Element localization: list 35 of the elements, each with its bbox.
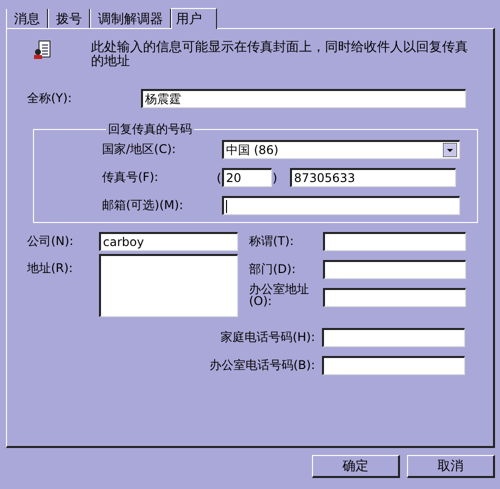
field-label: 办公室地址(O): [249,283,310,307]
parenthesis: ) [272,170,278,184]
dropdown-arrow-icon [443,143,457,157]
field-label: 传真号(F): [102,169,160,186]
input-field[interactable] [323,288,466,307]
tab[interactable]: 消息 [6,9,48,28]
input-field[interactable]: carboy [99,232,238,251]
tab[interactable]: 调制解调器 [90,9,171,28]
field-label: 全称(Y): [27,90,73,107]
input-field[interactable] [323,232,466,251]
field-label: 部门(D): [249,261,297,278]
text-area[interactable] [99,254,238,317]
field-label: 国家/地区(C): [102,141,177,158]
input-field[interactable] [222,196,460,215]
input-field[interactable] [322,356,465,375]
dialog-button[interactable]: 取消 [407,455,495,478]
group-title: 回复传真的号码 [107,121,193,138]
field-label: 家庭电话号码(H): [220,329,316,346]
dropdown-field[interactable]: 中国 (86) [222,140,460,159]
dialog-button[interactable]: 确定 [312,455,400,478]
field-label: 公司(N): [27,233,74,250]
field-label: 称谓(T): [249,233,295,250]
description-text: 此处输入的信息可能显示在传真封面上，同时给收件人以回复传真的地址 [91,41,469,69]
parenthesis: ( [216,170,222,184]
tab[interactable]: 用户 [171,8,217,29]
field-label: 办公室电话号码(B): [208,357,316,374]
area-code-field[interactable]: 20 [222,168,272,187]
field-label: 邮箱(可选)(M): [102,197,184,214]
input-field[interactable] [323,260,466,279]
field-label: 地址(R): [27,260,74,277]
tab[interactable]: 拨号 [48,9,90,28]
fax-number-field[interactable]: 87305633 [290,168,456,187]
input-field[interactable] [322,328,465,347]
input-field[interactable]: 杨震霆 [141,89,466,108]
user-document-icon [33,40,51,60]
